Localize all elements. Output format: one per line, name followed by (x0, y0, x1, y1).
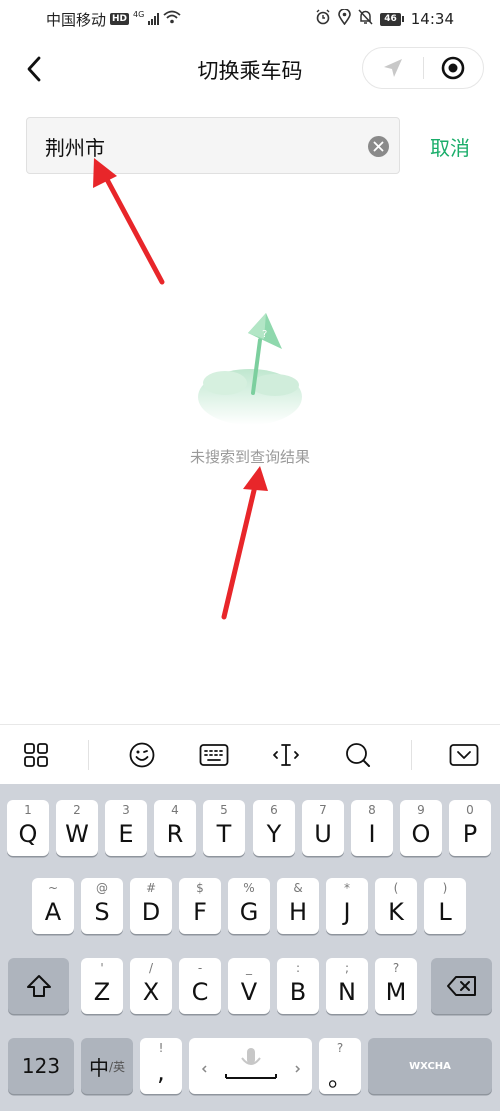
cursor-button[interactable] (266, 735, 306, 775)
comma-key[interactable]: !, (140, 1038, 182, 1094)
backspace-key[interactable] (431, 958, 492, 1014)
key-t[interactable]: 5T (203, 800, 245, 856)
grid-icon (24, 742, 49, 767)
clock-time: 14:34 (410, 10, 454, 28)
miniprogram-capsule (362, 47, 484, 89)
key-f[interactable]: $ F (179, 878, 221, 934)
record-target-icon (441, 56, 465, 80)
search-box (26, 117, 400, 174)
signal-icon (148, 13, 160, 25)
mute-bell-icon (358, 9, 373, 29)
key-b[interactable]: :B (277, 958, 319, 1014)
location-button[interactable] (363, 47, 423, 89)
keyboard-hide-icon (449, 743, 479, 766)
key-n[interactable]: ; N (326, 958, 368, 1014)
key-a[interactable]: ~ A (32, 878, 74, 934)
shift-arrow-icon (26, 975, 51, 997)
alarm-icon (315, 9, 331, 29)
emoji-button[interactable] (122, 735, 162, 775)
empty-result-message: 未搜索到查询结果 (189, 448, 310, 466)
annotation-arrow-result (221, 466, 268, 620)
cancel-button[interactable]: 取消 (430, 132, 470, 161)
enter-key[interactable]: WXCHA (368, 1038, 492, 1094)
hide-keyboard-button[interactable] (444, 735, 484, 775)
network-type: 4G (133, 9, 145, 19)
nav-bar: 切换乘车码 (0, 38, 500, 100)
period-key[interactable]: ?。 (319, 1038, 361, 1094)
key-j[interactable]: * J (326, 878, 368, 934)
battery-level: 46 (380, 12, 401, 26)
svg-text:?: ? (262, 329, 267, 340)
key-c[interactable]: -C (179, 958, 221, 1014)
key-u[interactable]: 7U (302, 800, 344, 856)
keyboard-toolbar (0, 724, 500, 784)
key-w[interactable]: 2W (56, 800, 98, 856)
key-d[interactable]: # D (130, 878, 172, 934)
key-z[interactable]: ' Z (81, 958, 123, 1014)
hd-badge: HD (110, 13, 130, 25)
annotation-arrow-search (93, 158, 165, 285)
key-e[interactable]: 3E (105, 800, 147, 856)
backspace-icon (446, 976, 476, 996)
microphone-icon (201, 1048, 300, 1079)
soft-keyboard: 1Q 2W 3E 4R 5T 6Y 7U 8I 9O 0P ~ A @ S # D $… (0, 784, 500, 1111)
wifi-icon (163, 10, 181, 28)
clear-x-icon (373, 141, 384, 152)
location-pin-icon (338, 8, 352, 29)
clear-button[interactable] (368, 136, 389, 157)
location-arrow-icon (383, 59, 402, 77)
search-input[interactable] (45, 130, 345, 162)
cursor-icon (273, 743, 300, 766)
key-g[interactable]: % G (228, 878, 270, 934)
key-v[interactable]: _ V (228, 958, 270, 1014)
key-y[interactable]: 6Y (253, 800, 295, 856)
key-h[interactable]: & H (277, 878, 319, 934)
key-o[interactable]: 9O (400, 800, 442, 856)
apps-button[interactable] (16, 735, 56, 775)
key-r[interactable]: 4R (154, 800, 196, 856)
keyboard-switch-button[interactable] (194, 735, 234, 775)
battery-icon: 46 (380, 12, 404, 26)
key-x[interactable]: / X (130, 958, 172, 1014)
key-m[interactable]: ? M (375, 958, 417, 1014)
numbers-key[interactable]: 123 (8, 1038, 74, 1094)
key-l[interactable]: ) L (424, 878, 466, 934)
empty-result-illustration: ? (198, 313, 302, 425)
shift-key[interactable] (8, 958, 69, 1014)
emoji-icon (129, 742, 155, 767)
status-bar: 中国移动 HD 4G 46 14:34 (0, 0, 500, 38)
key-s[interactable]: @ S (81, 878, 123, 934)
carrier-label: 中国移动 (46, 10, 107, 29)
close-miniprogram-button[interactable] (423, 47, 483, 89)
key-p[interactable]: 0P (449, 800, 491, 856)
key-k[interactable]: (K (375, 878, 417, 934)
status-left: 中国移动 HD 4G (46, 9, 181, 30)
key-q[interactable]: 1Q (7, 800, 49, 856)
space-key[interactable] (189, 1038, 312, 1094)
keyboard-icon (199, 743, 229, 766)
search-icon (346, 742, 371, 767)
key-i[interactable]: 8I (351, 800, 393, 856)
watermark-label: WXCHA (409, 1060, 451, 1072)
language-switch-key[interactable]: 中/英 (81, 1038, 133, 1094)
status-right: 46 14:34 (315, 8, 454, 29)
keyboard-search-button[interactable] (338, 735, 378, 775)
